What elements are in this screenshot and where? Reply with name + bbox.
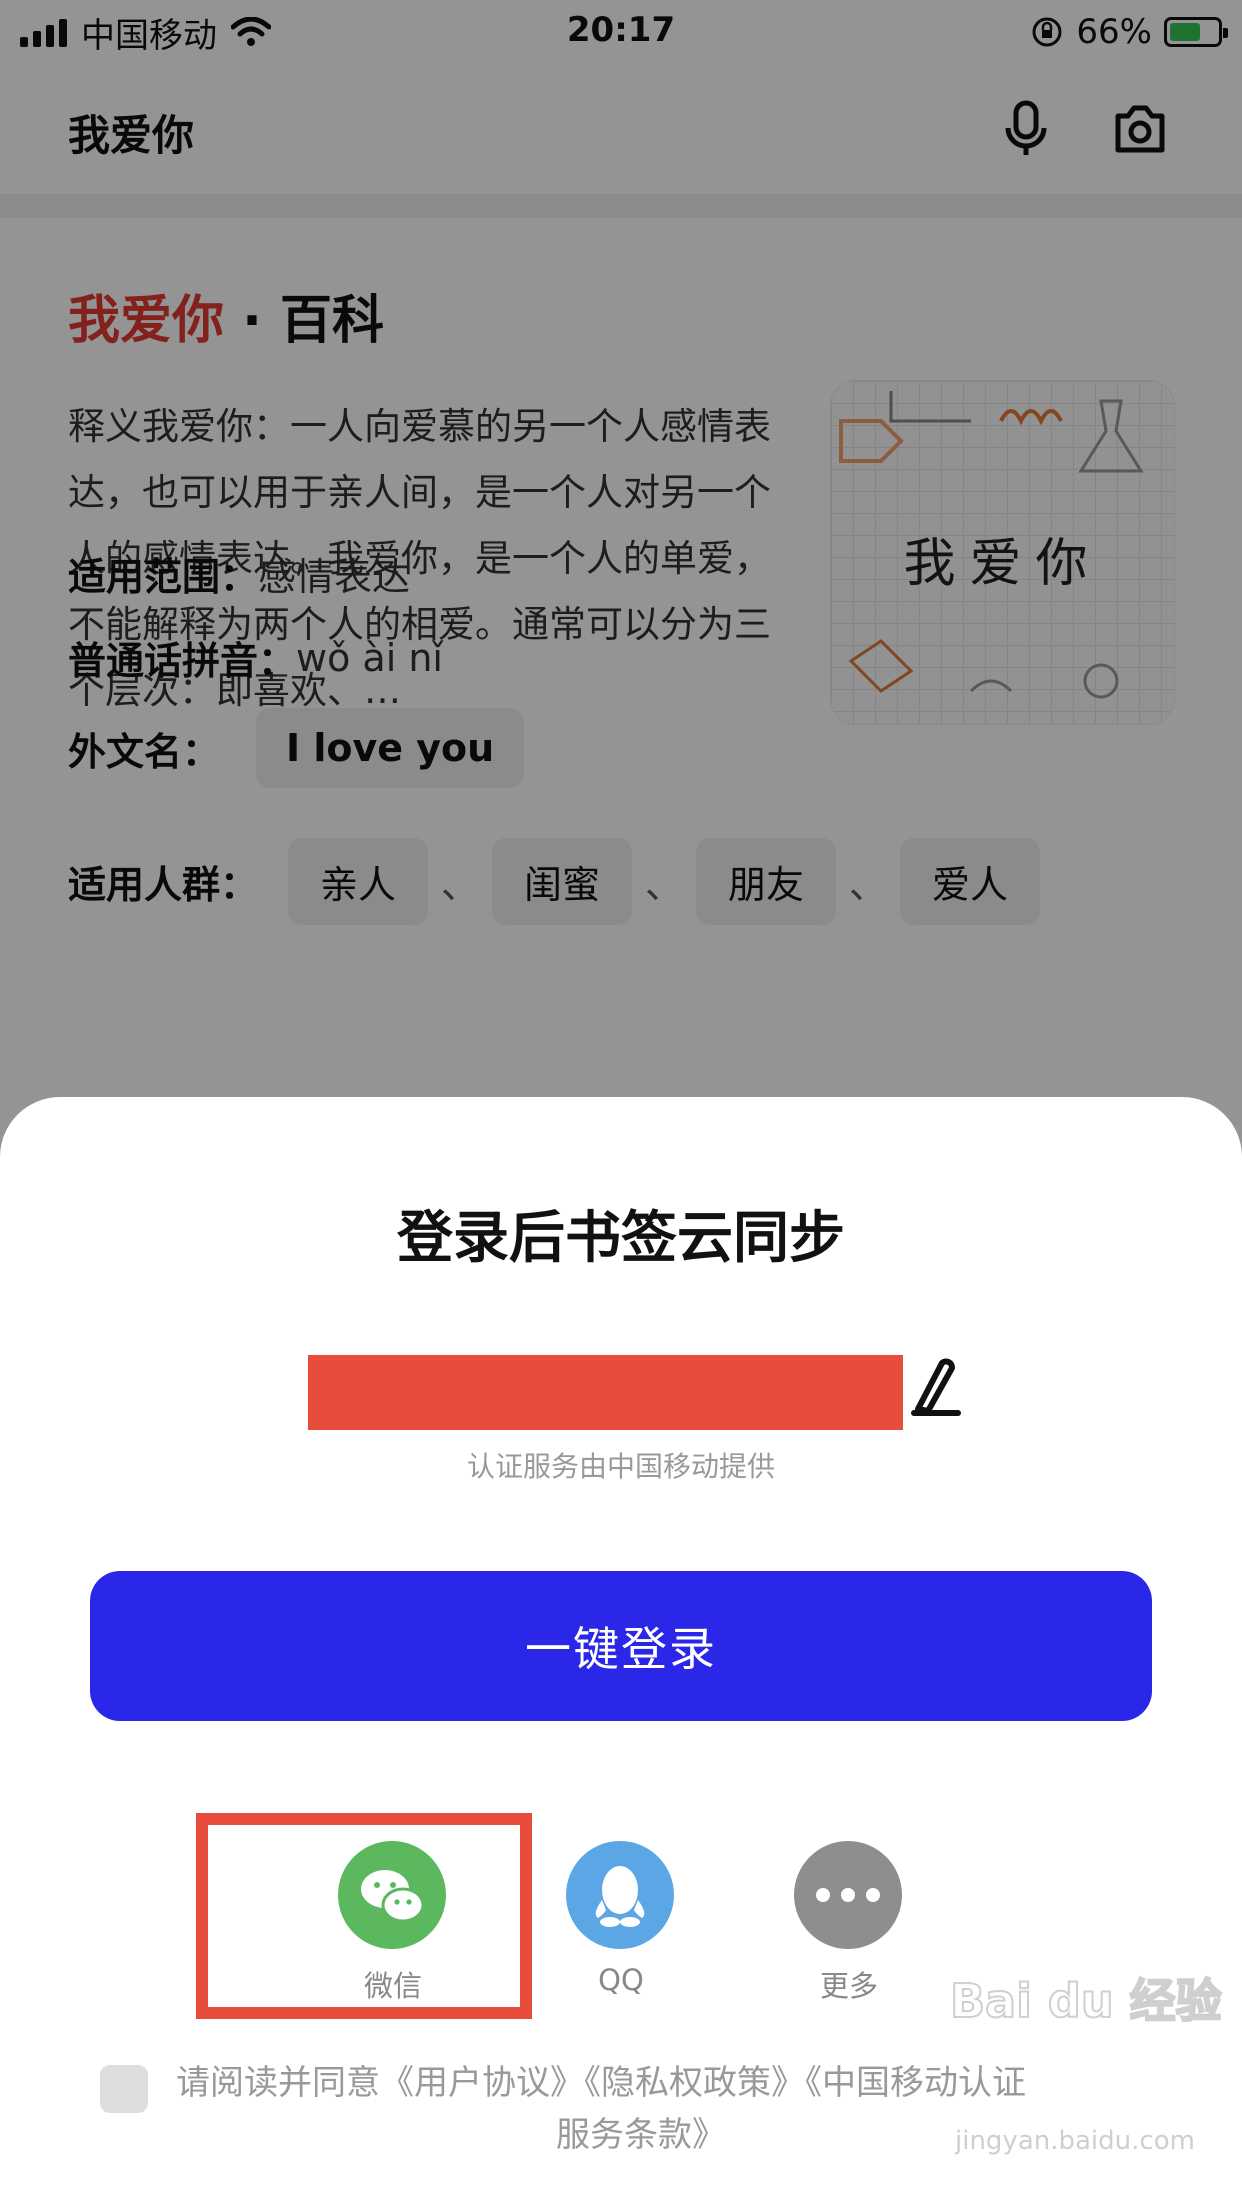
auth-provider-note: 认证服务由中国移动提供 [466,1450,775,1483]
one-click-login-button[interactable]: 一键登录 [90,1571,1152,1721]
edit-pencil-icon[interactable] [908,1355,964,1419]
qq-label: QQ [598,1963,644,1997]
wechat-highlight-annotation [196,1813,532,2019]
agreement-checkbox[interactable] [100,2065,148,2113]
baidu-watermark-logo: Bai du 经验 [949,1973,1223,2029]
baidu-watermark-url: jingyan.baidu.com [955,2126,1195,2156]
qq-login-option[interactable]: QQ [566,1841,676,1997]
more-login-option[interactable]: 更多 [794,1841,904,2005]
qq-icon [566,1841,674,1949]
more-dots-icon [794,1841,902,1949]
phone-number-redacted [308,1355,903,1430]
sheet-title: 登录后书签云同步 [397,1206,845,1271]
agreement-line-1[interactable]: 请阅读并同意《用户协议》《隐私权政策》《中国移动认证 [176,2063,1026,2103]
login-sheet: 登录后书签云同步 认证服务由中国移动提供 一键登录 微信 QQ 更多 请阅读并同… [0,1097,1242,2208]
more-label: 更多 [819,1969,878,2003]
